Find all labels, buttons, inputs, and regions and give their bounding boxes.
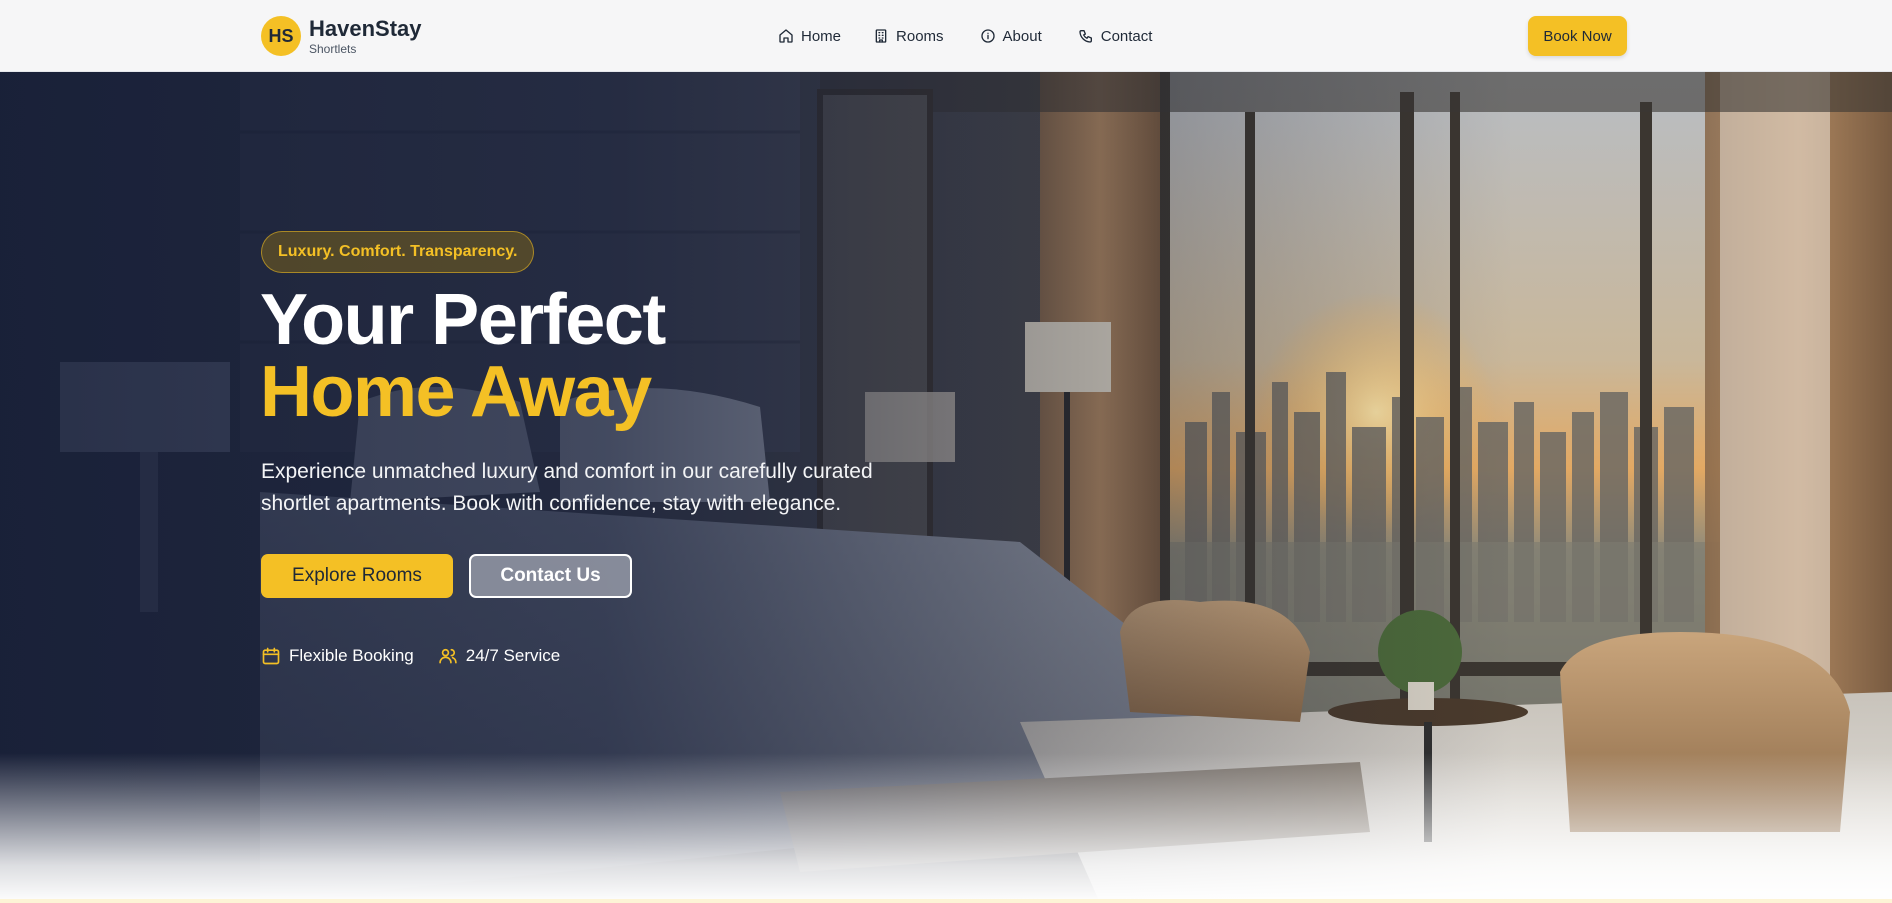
hero-title: Your Perfect Home Away	[260, 280, 666, 432]
contact-us-button[interactable]: Contact Us	[469, 554, 632, 598]
hero-bottom-strip	[0, 899, 1892, 903]
brand-subtitle: Shortlets	[309, 41, 357, 56]
explore-rooms-button[interactable]: Explore Rooms	[261, 554, 453, 598]
feature-flexible-booking: Flexible Booking	[261, 646, 414, 666]
main-nav: Home Rooms About Contact	[778, 24, 1152, 48]
feature-24-7-service: 24/7 Service	[438, 646, 561, 666]
nav-item-label: About	[1002, 27, 1042, 45]
nav-item-rooms[interactable]: Rooms	[873, 24, 944, 48]
nav-item-home[interactable]: Home	[778, 24, 841, 48]
hero-title-line1: Your Perfect	[260, 280, 666, 360]
nav-item-label: Contact	[1100, 27, 1153, 45]
brand-name: HavenStay	[309, 15, 422, 41]
hero-bottom-fade	[0, 753, 1892, 903]
hero-features: Flexible Booking 24/7 Service	[261, 646, 560, 666]
nav-item-label: Home	[801, 27, 842, 45]
nav-item-about[interactable]: About	[980, 24, 1042, 48]
hero-description: Experience unmatched luxury and comfort …	[261, 460, 873, 515]
home-icon	[779, 29, 793, 43]
book-now-button[interactable]: Book Now	[1528, 16, 1627, 56]
logo-link[interactable]: HS HavenStay Shortlets	[261, 16, 422, 56]
nav-item-label: Rooms	[896, 27, 944, 45]
feature-label: 24/7 Service	[465, 646, 561, 665]
logo-text: HavenStay Shortlets	[309, 15, 422, 56]
navbar: HS HavenStay Shortlets Home Rooms About	[0, 0, 1892, 72]
calendar-icon	[262, 647, 280, 665]
phone-icon	[1079, 30, 1092, 43]
info-icon	[980, 29, 995, 43]
users-icon	[439, 648, 457, 664]
hero-section: Luxury. Comfort. Transparency. Your Perf…	[0, 72, 1892, 903]
hero-title-line2: Home Away	[260, 352, 652, 432]
feature-label: Flexible Booking	[289, 646, 414, 665]
nav-item-contact[interactable]: Contact	[1078, 24, 1153, 48]
building-icon	[875, 29, 887, 43]
logo-badge: HS	[261, 16, 301, 56]
hero-tagline-badge: Luxury. Comfort. Transparency.	[261, 231, 535, 273]
